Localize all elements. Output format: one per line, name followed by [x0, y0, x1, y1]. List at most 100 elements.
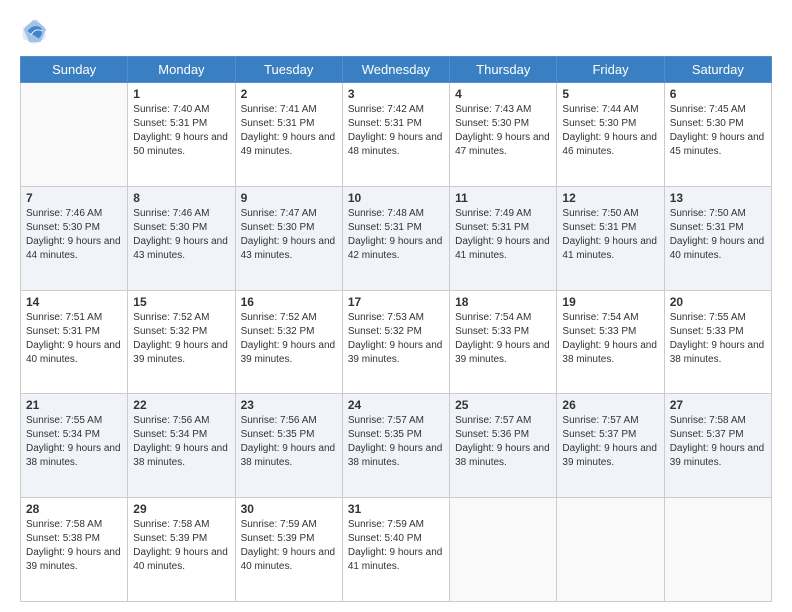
calendar-cell: 4Sunrise: 7:43 AMSunset: 5:30 PMDaylight…: [450, 83, 557, 187]
day-number: 2: [241, 87, 337, 101]
calendar-cell: 29 Sunrise: 7:58 AMSunset: 5:39 PMDayligh…: [128, 498, 235, 602]
cell-info: Sunrise: 7:46 AMSunset: 5:30 PMDaylight:…: [133, 207, 229, 263]
page: SundayMondayTuesdayWednesdayThursdayFrid…: [0, 0, 792, 612]
day-number: 11: [455, 191, 551, 205]
calendar-cell: 31Sunrise: 7:59 AMSunset: 5:40 PMDayligh…: [342, 498, 449, 602]
weekday-header-row: SundayMondayTuesdayWednesdayThursdayFrid…: [21, 57, 772, 83]
day-number: 24: [348, 398, 444, 412]
cell-info: Sunrise: 7:53 AMSunset: 5:32 PMDaylight:…: [348, 311, 444, 367]
cell-info: Sunrise: 7:47 AMSunset: 5:30 PMDaylight:…: [241, 207, 337, 263]
calendar-cell: 8 Sunrise: 7:46 AMSunset: 5:30 PMDaylight…: [128, 186, 235, 290]
cell-info: Sunrise: 7:56 AMSunset: 5:34 PMDaylight:…: [133, 414, 229, 470]
day-number: 22: [133, 398, 229, 412]
calendar-cell: 12Sunrise: 7:50 AMSunset: 5:31 PMDayligh…: [557, 186, 664, 290]
cell-info: Sunrise: 7:41 AMSunset: 5:31 PMDaylight:…: [241, 103, 337, 159]
cell-info: Sunrise: 7:57 AMSunset: 5:37 PMDaylight:…: [562, 414, 658, 470]
calendar-cell: 28Sunrise: 7:58 AMSunset: 5:38 PMDayligh…: [21, 498, 128, 602]
day-number: 15: [133, 295, 229, 309]
cell-info: Sunrise: 7:59 AMSunset: 5:39 PMDaylight:…: [241, 518, 337, 574]
calendar-cell: 10 Sunrise: 7:48 AMSunset: 5:31 PMDayligh…: [342, 186, 449, 290]
calendar-cell: 25 Sunrise: 7:57 AMSunset: 5:36 PMDayligh…: [450, 394, 557, 498]
day-number: 8: [133, 191, 229, 205]
calendar-cell: 22 Sunrise: 7:56 AMSunset: 5:34 PMDayligh…: [128, 394, 235, 498]
day-number: 7: [26, 191, 122, 205]
calendar-cell: 30 Sunrise: 7:59 AMSunset: 5:39 PMDayligh…: [235, 498, 342, 602]
calendar-table: SundayMondayTuesdayWednesdayThursdayFrid…: [20, 56, 772, 602]
cell-info: Sunrise: 7:58 AMSunset: 5:38 PMDaylight:…: [26, 518, 122, 574]
day-number: 9: [241, 191, 337, 205]
cell-info: Sunrise: 7:57 AMSunset: 5:35 PMDaylight:…: [348, 414, 444, 470]
calendar-cell: 21 Sunrise: 7:55 AMSunset: 5:34 PMDayligh…: [21, 394, 128, 498]
week-row-5: 28Sunrise: 7:58 AMSunset: 5:38 PMDayligh…: [21, 498, 772, 602]
cell-info: Sunrise: 7:51 AMSunset: 5:31 PMDaylight:…: [26, 311, 122, 367]
cell-info: Sunrise: 7:40 AMSunset: 5:31 PMDaylight:…: [133, 103, 229, 159]
day-number: 16: [241, 295, 337, 309]
calendar-cell: 14 Sunrise: 7:51 AMSunset: 5:31 PMDayligh…: [21, 290, 128, 394]
day-number: 3: [348, 87, 444, 101]
day-number: 6: [670, 87, 766, 101]
cell-info: Sunrise: 7:54 AMSunset: 5:33 PMDaylight:…: [562, 311, 658, 367]
day-number: 21: [26, 398, 122, 412]
day-number: 12: [562, 191, 658, 205]
header: [20, 18, 772, 46]
calendar-cell: [450, 498, 557, 602]
cell-info: Sunrise: 7:52 AMSunset: 5:32 PMDaylight:…: [133, 311, 229, 367]
day-number: 30: [241, 502, 337, 516]
calendar-cell: [664, 498, 771, 602]
calendar-cell: 13Sunrise: 7:50 AMSunset: 5:31 PMDayligh…: [664, 186, 771, 290]
logo: [20, 18, 52, 46]
cell-info: Sunrise: 7:49 AMSunset: 5:31 PMDaylight:…: [455, 207, 551, 263]
calendar-cell: 20 Sunrise: 7:55 AMSunset: 5:33 PMDayligh…: [664, 290, 771, 394]
calendar-cell: 11 Sunrise: 7:49 AMSunset: 5:31 PMDayligh…: [450, 186, 557, 290]
calendar-cell: 7 Sunrise: 7:46 AMSunset: 5:30 PMDaylight…: [21, 186, 128, 290]
weekday-header-tuesday: Tuesday: [235, 57, 342, 83]
calendar-cell: 3 Sunrise: 7:42 AMSunset: 5:31 PMDaylight…: [342, 83, 449, 187]
cell-info: Sunrise: 7:55 AMSunset: 5:34 PMDaylight:…: [26, 414, 122, 470]
day-number: 23: [241, 398, 337, 412]
day-number: 20: [670, 295, 766, 309]
day-number: 31: [348, 502, 444, 516]
cell-info: Sunrise: 7:58 AMSunset: 5:39 PMDaylight:…: [133, 518, 229, 574]
cell-info: Sunrise: 7:46 AMSunset: 5:30 PMDaylight:…: [26, 207, 122, 263]
calendar-cell: 2 Sunrise: 7:41 AMSunset: 5:31 PMDaylight…: [235, 83, 342, 187]
day-number: 5: [562, 87, 658, 101]
cell-info: Sunrise: 7:45 AMSunset: 5:30 PMDaylight:…: [670, 103, 766, 159]
cell-info: Sunrise: 7:57 AMSunset: 5:36 PMDaylight:…: [455, 414, 551, 470]
calendar-cell: [21, 83, 128, 187]
calendar-cell: 16Sunrise: 7:52 AMSunset: 5:32 PMDayligh…: [235, 290, 342, 394]
calendar-cell: 23 Sunrise: 7:56 AMSunset: 5:35 PMDayligh…: [235, 394, 342, 498]
cell-info: Sunrise: 7:48 AMSunset: 5:31 PMDaylight:…: [348, 207, 444, 263]
calendar-cell: 24 Sunrise: 7:57 AMSunset: 5:35 PMDayligh…: [342, 394, 449, 498]
cell-info: Sunrise: 7:56 AMSunset: 5:35 PMDaylight:…: [241, 414, 337, 470]
day-number: 13: [670, 191, 766, 205]
day-number: 29: [133, 502, 229, 516]
weekday-header-sunday: Sunday: [21, 57, 128, 83]
weekday-header-saturday: Saturday: [664, 57, 771, 83]
calendar-cell: 6 Sunrise: 7:45 AMSunset: 5:30 PMDaylight…: [664, 83, 771, 187]
day-number: 10: [348, 191, 444, 205]
calendar-cell: 17 Sunrise: 7:53 AMSunset: 5:32 PMDayligh…: [342, 290, 449, 394]
day-number: 25: [455, 398, 551, 412]
day-number: 17: [348, 295, 444, 309]
logo-icon: [20, 18, 48, 46]
weekday-header-monday: Monday: [128, 57, 235, 83]
day-number: 26: [562, 398, 658, 412]
day-number: 14: [26, 295, 122, 309]
cell-info: Sunrise: 7:44 AMSunset: 5:30 PMDaylight:…: [562, 103, 658, 159]
cell-info: Sunrise: 7:58 AMSunset: 5:37 PMDaylight:…: [670, 414, 766, 470]
week-row-2: 7 Sunrise: 7:46 AMSunset: 5:30 PMDaylight…: [21, 186, 772, 290]
calendar-cell: 27 Sunrise: 7:58 AMSunset: 5:37 PMDayligh…: [664, 394, 771, 498]
calendar-cell: 15 Sunrise: 7:52 AMSunset: 5:32 PMDayligh…: [128, 290, 235, 394]
cell-info: Sunrise: 7:43 AMSunset: 5:30 PMDaylight:…: [455, 103, 551, 159]
cell-info: Sunrise: 7:54 AMSunset: 5:33 PMDaylight:…: [455, 311, 551, 367]
calendar-cell: 26 Sunrise: 7:57 AMSunset: 5:37 PMDayligh…: [557, 394, 664, 498]
calendar-cell: 18Sunrise: 7:54 AMSunset: 5:33 PMDayligh…: [450, 290, 557, 394]
day-number: 27: [670, 398, 766, 412]
weekday-header-wednesday: Wednesday: [342, 57, 449, 83]
cell-info: Sunrise: 7:42 AMSunset: 5:31 PMDaylight:…: [348, 103, 444, 159]
calendar-cell: 1Sunrise: 7:40 AMSunset: 5:31 PMDaylight…: [128, 83, 235, 187]
week-row-1: 1Sunrise: 7:40 AMSunset: 5:31 PMDaylight…: [21, 83, 772, 187]
cell-info: Sunrise: 7:55 AMSunset: 5:33 PMDaylight:…: [670, 311, 766, 367]
weekday-header-friday: Friday: [557, 57, 664, 83]
calendar-cell: 5 Sunrise: 7:44 AMSunset: 5:30 PMDaylight…: [557, 83, 664, 187]
